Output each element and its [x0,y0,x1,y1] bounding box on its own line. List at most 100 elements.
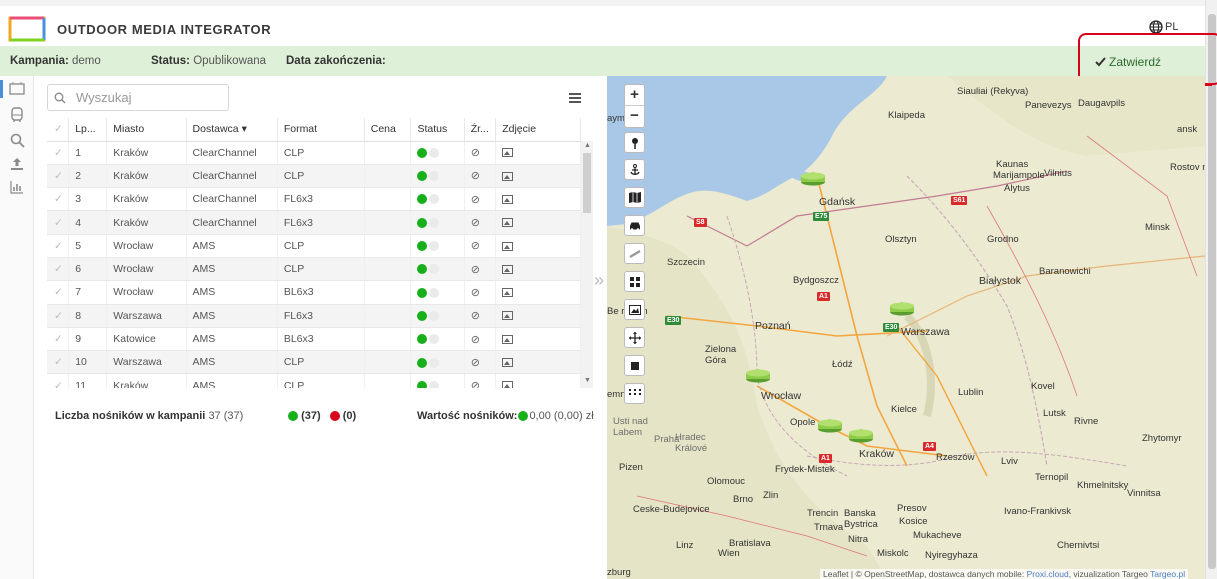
image-icon[interactable] [624,299,645,320]
map-marker-icon[interactable] [848,428,874,443]
photo-icon[interactable] [502,381,514,388]
photo-icon[interactable] [502,334,514,344]
status-off-dot[interactable] [429,171,440,182]
status-off-dot[interactable] [429,217,440,228]
status-on-dot[interactable] [417,217,428,228]
screens-icon[interactable] [8,80,26,98]
photo-icon[interactable] [502,194,514,204]
scroll-up-arrow[interactable]: ▲ [584,142,591,149]
table-row[interactable]: ✓ 6 Wrocław AMS CLP ⊘ [47,257,581,282]
status-on-dot[interactable] [417,171,428,182]
search-input[interactable] [72,90,222,105]
anchor-icon[interactable] [624,159,645,180]
photo-icon[interactable] [502,148,514,158]
table-scrollbar-thumb[interactable] [583,153,591,213]
row-checkbox[interactable]: ✓ [47,210,70,235]
column-header-status[interactable]: Status [410,118,465,142]
source-check-icon[interactable]: ⊘ [471,170,480,182]
row-checkbox[interactable]: ✓ [47,350,70,375]
photo-icon[interactable] [502,241,514,251]
source-check-icon[interactable]: ⊘ [471,147,480,159]
table-menu-icon[interactable] [569,93,581,103]
source-check-icon[interactable]: ⊘ [471,334,480,346]
table-row[interactable]: ✓ 4 Kraków ClearChannel FL6x3 ⊘ [47,210,581,235]
pin-icon[interactable] [624,132,645,153]
status-off-dot[interactable] [429,357,440,368]
attribution-link-targeo[interactable]: Targeo.pl [1150,569,1185,579]
attribution-link-proxi[interactable]: Proxi.cloud [1027,569,1069,579]
table-row[interactable]: ✓ 8 Warszawa AMS FL6x3 ⊘ [47,304,581,328]
status-on-dot[interactable] [417,310,428,321]
photo-icon[interactable] [502,264,514,274]
page-scrollbar[interactable] [1205,0,1217,579]
row-checkbox[interactable]: ✓ [47,373,70,388]
table-row[interactable]: ✓ 9 Katowice AMS BL6x3 ⊘ [47,327,581,352]
search-icon[interactable] [8,131,26,149]
source-check-icon[interactable]: ⊘ [471,287,480,299]
scroll-down-arrow[interactable]: ▼ [584,377,591,384]
column-header-cena[interactable]: Cena [364,118,412,142]
status-off-dot[interactable] [429,194,440,205]
photo-icon[interactable] [502,358,514,368]
ruler-icon[interactable] [624,243,645,264]
status-on-dot[interactable] [417,287,428,298]
car-icon[interactable] [624,215,645,236]
select-all-checkbox[interactable]: ✓ [47,118,70,142]
map-marker-icon[interactable] [817,418,843,433]
source-check-icon[interactable]: ⊘ [471,264,480,276]
map-marker-icon[interactable] [889,301,915,316]
status-on-dot[interactable] [417,334,428,345]
row-checkbox[interactable]: ✓ [47,234,70,258]
row-checkbox[interactable]: ✓ [47,141,70,165]
grid-icon[interactable] [624,271,645,292]
source-check-icon[interactable]: ⊘ [471,240,480,252]
status-on-dot[interactable] [417,147,428,158]
row-checkbox[interactable]: ✓ [47,164,70,189]
row-checkbox[interactable]: ✓ [47,304,70,328]
source-check-icon[interactable]: ⊘ [471,380,480,388]
move-icon[interactable] [624,327,645,348]
language-switcher[interactable]: PL [1149,20,1178,34]
status-on-dot[interactable] [417,357,428,368]
photo-icon[interactable] [502,171,514,181]
page-scrollbar-thumb[interactable] [1208,14,1216,569]
status-off-dot[interactable] [429,334,440,345]
status-on-dot[interactable] [417,380,428,388]
zoom-out-button[interactable]: − [625,106,644,127]
column-header-format[interactable]: Format [277,118,365,142]
map-marker-icon[interactable] [745,368,771,383]
table-row[interactable]: ✓ 11 Kraków AMS CLP ⊘ [47,373,581,388]
status-off-dot[interactable] [429,310,440,321]
status-on-dot[interactable] [417,264,428,275]
photo-icon[interactable] [502,311,514,321]
row-checkbox[interactable]: ✓ [47,257,70,282]
chart-icon[interactable] [8,178,26,196]
approve-button[interactable]: Zatwierdź [1095,55,1161,69]
table-scrollbar[interactable]: ▲ ▼ [581,141,593,388]
table-row[interactable]: ✓ 2 Kraków ClearChannel CLP ⊘ [47,164,581,189]
bus-icon[interactable] [8,106,26,124]
column-header-dostawca[interactable]: Dostawca ▾ [186,118,278,142]
table-row[interactable]: ✓ 7 Wrocław AMS BL6x3 ⊘ [47,280,581,305]
status-off-dot[interactable] [429,147,440,158]
map-marker-icon[interactable] [800,171,826,186]
collapse-panel-icon[interactable]: » [594,270,604,291]
column-header-zdjecie[interactable]: Zdjęcie [495,118,581,142]
column-header-lp[interactable]: Lp... [68,118,108,142]
status-off-dot[interactable] [429,241,440,252]
column-header-miasto[interactable]: Miasto [106,118,187,142]
status-off-dot[interactable] [429,380,440,388]
source-check-icon[interactable]: ⊘ [471,217,480,229]
row-checkbox[interactable]: ✓ [47,280,70,305]
square-icon[interactable] [624,355,645,376]
table-row[interactable]: ✓ 5 Wrocław AMS CLP ⊘ [47,234,581,258]
source-check-icon[interactable]: ⊘ [471,357,480,369]
table-row[interactable]: ✓ 1 Kraków ClearChannel CLP ⊘ [47,141,581,165]
source-check-icon[interactable]: ⊘ [471,310,480,322]
dots-grid-icon[interactable] [624,383,645,404]
status-on-dot[interactable] [417,241,428,252]
row-checkbox[interactable]: ✓ [47,187,70,212]
map-view[interactable]: Siauliai (Rekyva) Klaipeda Panevezys Dau… [607,76,1205,579]
column-header-zrodlo[interactable]: Źr... [464,118,497,142]
status-off-dot[interactable] [429,264,440,275]
